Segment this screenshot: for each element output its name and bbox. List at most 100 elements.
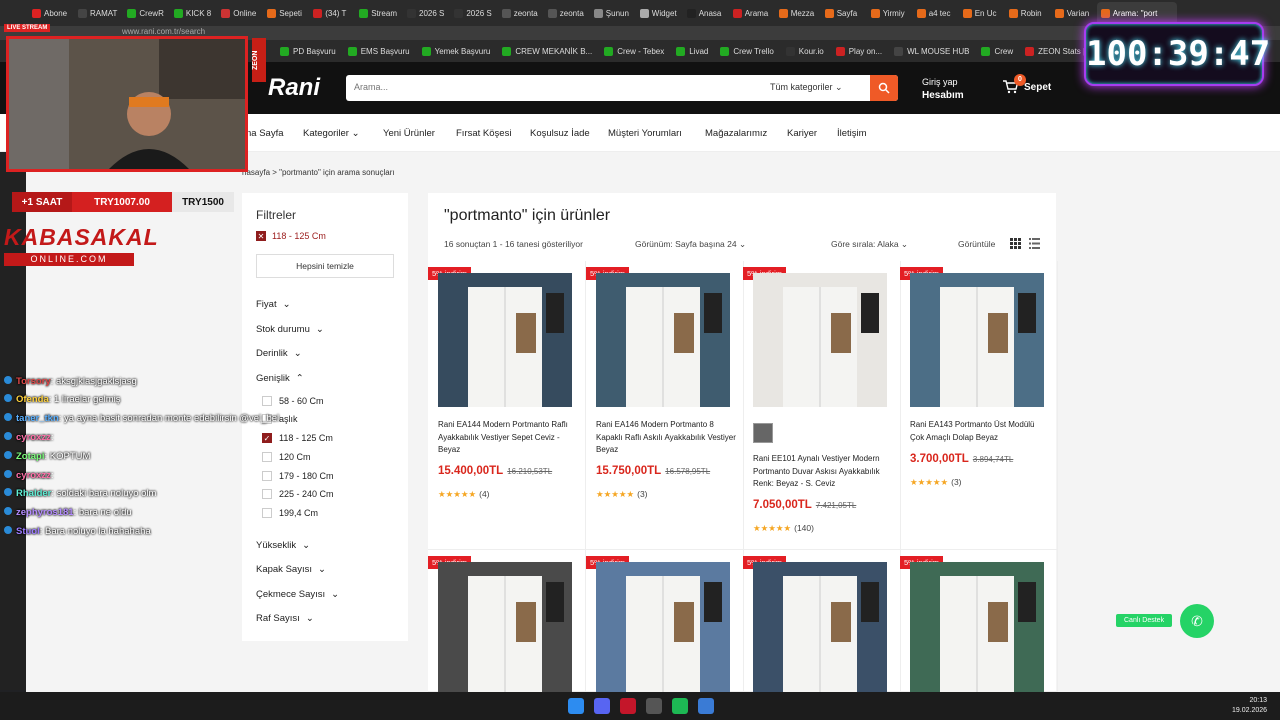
product-image[interactable] [753,273,887,407]
product-name[interactable]: Rani EE101 Aynalı Vestiyer Modern Portma… [753,453,893,491]
start-icon[interactable] [568,698,584,714]
checkbox-icon[interactable] [262,452,272,462]
product-card[interactable]: 5% indirimRani EA146 Modern Portmanto 8 … [586,261,744,550]
cart-button[interactable]: 0 Sepet [1002,74,1051,94]
checkbox-icon[interactable] [262,471,272,481]
remove-filter-icon[interactable]: ✕ [256,231,266,241]
active-filter[interactable]: ✕ 118 - 125 Cm [256,231,326,241]
account-link[interactable]: Giriş yap Hesabım [922,76,964,102]
product-card[interactable]: 5% indirimRani EE101 Aynalı Vestiyer Mod… [743,261,901,550]
bookmark-item[interactable]: Crew - Tebex [604,46,664,56]
browser-tab[interactable]: En Uc [959,2,1003,24]
product-card[interactable]: 5% indirim [900,550,1058,696]
browser-tab[interactable]: zeonta [498,2,542,24]
browser-tab[interactable]: Stream [355,2,401,24]
browser-tab[interactable]: Mezza [775,2,819,24]
sort-select[interactable]: Göre sırala: Alaka ⌄ [831,239,908,250]
filter-group-toggle[interactable]: Yükseklik ⌄ [256,540,310,551]
nav-categories[interactable]: Kategoriler ⌄ [303,128,360,139]
product-card[interactable]: 5% indirimRani EA143 Portmanto Üst Modül… [900,261,1058,550]
product-card[interactable]: 5% indirimRani EA144 Modern Portmanto Ra… [428,261,586,550]
browser-tab[interactable]: CrewR [123,2,167,24]
spotify-icon[interactable] [672,698,688,714]
product-image[interactable] [438,273,572,407]
filter-group-toggle[interactable]: Çekmece Sayısı ⌄ [256,589,339,600]
browser-tab[interactable]: a4 tec [913,2,957,24]
product-image[interactable] [438,562,572,696]
color-swatch[interactable] [753,423,773,443]
browser-tab[interactable]: Robin [1005,2,1049,24]
obs-icon[interactable] [646,698,662,714]
browser-tab[interactable]: Yirmiy [867,2,911,24]
filter-group-toggle[interactable]: Kapak Sayısı ⌄ [256,564,326,575]
browser-tab[interactable]: Anasa [683,2,727,24]
browser-tab[interactable]: RAMAT [74,2,121,24]
product-card[interactable]: 5% indirim [743,550,901,696]
nav-contact[interactable]: İletişim [837,128,867,139]
nav-reviews[interactable]: Müşteri Yorumları [608,128,682,139]
product-image[interactable] [596,273,730,407]
filter-option[interactable]: 58 - 60 Cm [262,396,324,406]
bookmark-item[interactable]: WL MOUSE HUB [894,46,969,56]
browser-tab[interactable]: Sayfa [821,2,865,24]
filter-group-toggle[interactable]: Raf Sayısı ⌄ [256,613,314,624]
bookmark-item[interactable]: Kour.io [785,46,824,56]
browser-tab[interactable]: (34) T [309,2,353,24]
clear-filters-button[interactable]: Hepsini temizle [256,254,394,278]
filter-option[interactable]: 199,4 Cm [262,508,318,518]
browser-tab[interactable]: Şunun [590,2,634,24]
discord-icon[interactable] [594,698,610,714]
search-input[interactable] [354,82,754,92]
browser-tab[interactable]: KICK 8 [170,2,215,24]
nav-new-products[interactable]: Yeni Ürünler [383,128,435,139]
grid-view-icon[interactable] [1010,238,1021,249]
filter-group-toggle[interactable]: Derinlik ⌄ [256,348,302,359]
nav-free-returns[interactable]: Koşulsuz İade [530,128,590,139]
bookmark-item[interactable]: Crew Trello [720,46,774,56]
app-icon[interactable] [698,698,714,714]
nav-deals[interactable]: Fırsat Köşesi [456,128,511,139]
list-view-icon[interactable] [1029,238,1040,249]
bookmark-item[interactable]: EMS Başvuru [347,46,410,56]
category-select[interactable]: Tüm kategoriler ⌄ [770,82,843,93]
product-card[interactable]: 5% indirim [428,550,586,696]
bookmark-item[interactable]: Play on... [835,46,882,56]
product-image[interactable] [753,562,887,696]
product-name[interactable]: Rani EA143 Portmanto Üst Modülü Çok Amaç… [910,419,1050,444]
nav-stores[interactable]: Mağazalarımız [705,128,767,139]
search-button[interactable] [870,75,898,101]
browser-tab[interactable]: Varian [1051,2,1095,24]
browser-tab[interactable]: Online [217,2,261,24]
product-card[interactable]: 5% indirim [586,550,744,696]
nav-career[interactable]: Kariyer [787,128,817,139]
whatsapp-button[interactable]: ✆ [1180,604,1214,638]
browser-tab[interactable]: 2026 S [450,2,495,24]
bookmark-item[interactable]: CREW MEKANİK B... [502,46,592,56]
browser-tab[interactable]: Arama: "port [1096,2,1177,24]
bookmark-item[interactable]: Yemek Başvuru [421,46,490,56]
site-logo[interactable]: Rani [268,74,320,102]
browser-tab[interactable]: Abone [28,2,72,24]
checkbox-icon[interactable] [262,489,272,499]
browser-tab[interactable]: Sepeti [263,2,307,24]
filter-group-toggle[interactable]: Genişlik ⌃ [256,373,304,384]
per-page-select[interactable]: Görünüm: Sayfa başına 24 ⌄ [635,239,746,250]
bookmark-item[interactable]: Crew [981,46,1013,56]
bookmark-item[interactable]: PD Başvuru [280,46,336,56]
browser-tab[interactable]: Widget [636,2,681,24]
filter-option[interactable]: 225 - 240 Cm [262,489,334,499]
filter-group-toggle[interactable]: Fiyat ⌄ [256,299,291,310]
product-name[interactable]: Rani EA144 Modern Portmanto Raflı Ayakka… [438,419,578,457]
product-image[interactable] [910,273,1044,407]
browser-tab[interactable]: zeonta [544,2,588,24]
browser-tab[interactable]: 2026 S [403,2,448,24]
checkbox-icon[interactable] [262,396,272,406]
product-image[interactable] [910,562,1044,696]
filter-group-toggle[interactable]: Stok durumu ⌄ [256,324,324,335]
filter-option[interactable]: ✓ 118 - 125 Cm [262,433,333,443]
bookmark-item[interactable]: Livad [676,46,708,56]
filter-option[interactable]: 179 - 180 Cm [262,471,334,481]
opera-icon[interactable] [620,698,636,714]
product-image[interactable] [596,562,730,696]
url-text[interactable]: www.rani.com.tr/search [122,27,205,36]
